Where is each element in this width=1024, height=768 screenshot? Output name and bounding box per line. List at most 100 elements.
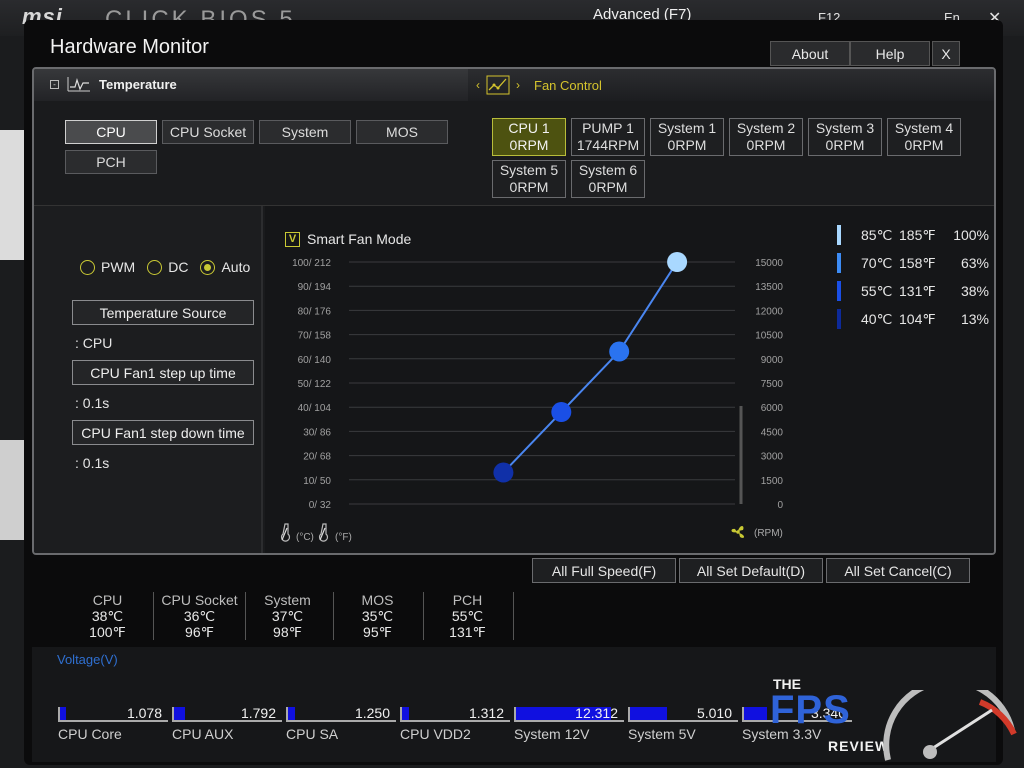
legend-row: 55℃ 131℉ 38% [837,281,989,301]
step-up-time-value: : 0.1s [75,395,110,411]
fan-button-cpu1[interactable]: CPU 1 0RPM [492,118,566,156]
y-tick-label-left: 60/ 140 [298,355,332,366]
all-full-speed-button[interactable]: All Full Speed(F) [532,558,676,583]
y-tick-label-right: 9000 [761,355,784,366]
fan-rpm: 0RPM [825,137,865,153]
help-button[interactable]: Help [850,41,930,66]
readout-celsius: 37℃ [271,608,304,624]
sensor-tab-pch[interactable]: PCH [65,150,157,174]
y-tick-label-right: 6000 [761,403,784,414]
sensor-tab-cpu-socket[interactable]: CPU Socket [162,120,254,144]
dc-radio[interactable] [147,259,163,275]
temp-readout-cpu: CPU 38℃ 100℉ [62,592,154,640]
fan-name: System 2 [736,120,796,136]
pwm-radio[interactable] [80,259,95,275]
voltage-name: CPU SA [286,726,339,742]
fan-name: System 4 [894,120,954,136]
fan-curve-point[interactable] [493,462,514,483]
sensor-tab-system[interactable]: System [259,120,351,144]
legend-celsius: 85℃ [861,226,893,243]
fan-control-icon [486,75,510,95]
fan-button-system3[interactable]: System 3 0RPM [808,118,882,156]
legend-swatch [837,309,841,329]
voltage-name: CPU VDD2 [400,726,471,742]
collapse-icon[interactable]: - [50,79,59,89]
legend-row: 70℃ 158℉ 63% [837,253,989,273]
fan-rpm: 0RPM [509,137,549,153]
fan-curve-point[interactable] [667,252,688,272]
fan-button-system1[interactable]: System 1 0RPM [650,118,724,156]
voltage-bar [630,707,668,720]
voltage-value: 1.792 [240,705,276,721]
fan-curve-point[interactable] [609,341,630,362]
fan-rpm: 0RPM [509,179,549,195]
auto-radio-label: Auto [221,259,251,275]
y-tick-label-left: 100/ 212 [292,258,331,269]
voltage-value: 1.078 [126,705,162,721]
y-tick-label-right: 0 [777,500,783,511]
voltage-bar [174,707,185,720]
fan-button-system4[interactable]: System 4 0RPM [887,118,961,156]
y-tick-label-right: 7500 [761,379,784,390]
fan-button-system6[interactable]: System 6 0RPM [571,160,645,198]
fan-button-system2[interactable]: System 2 0RPM [729,118,803,156]
step-down-time-button[interactable]: CPU Fan1 step down time [72,420,254,445]
voltage-name: System 12V [514,726,590,742]
step-down-time-value: : 0.1s [75,455,110,471]
legend-row: 85℃ 185℉ 100% [837,225,989,245]
sensor-tab-cpu[interactable]: CPU [65,120,157,144]
fan-curve-point[interactable] [551,402,572,423]
y-tick-label-right: 10500 [755,331,783,342]
fan-rpm: 0RPM [746,137,786,153]
readout-celsius: 55℃ [451,608,484,624]
fan-name: CPU 1 [508,120,550,136]
fan-name: System 5 [499,162,559,178]
temp-readout-system: System 37℃ 98℉ [242,592,334,640]
window-title: Hardware Monitor [50,36,209,58]
legend-swatch [837,281,841,301]
chevron-right-icon[interactable]: › [516,78,520,92]
step-up-time-button[interactable]: CPU Fan1 step up time [72,360,254,385]
fan-monitor-panel: - Temperature ‹ › Fan Control CPU CPU So… [32,67,996,555]
voltage-title: Voltage(V) [57,652,118,667]
voltage-name: System 5V [628,726,696,742]
fan-button-system5[interactable]: System 5 0RPM [492,160,566,198]
all-set-cancel-button[interactable]: All Set Cancel(C) [826,558,970,583]
fan-icon [731,526,744,538]
y-tick-label-left: 20/ 68 [303,452,331,463]
voltage-value: 12.312 [575,705,618,721]
readout-celsius: 35℃ [361,608,394,624]
chevron-left-icon[interactable]: ‹ [476,78,480,92]
legend-celsius: 40℃ [861,310,893,327]
auto-radio[interactable] [200,259,216,275]
y-tick-label-left: 40/ 104 [298,403,332,414]
voltage-value: 1.312 [468,705,504,721]
all-set-default-button[interactable]: All Set Default(D) [679,558,823,583]
about-button[interactable]: About [770,41,850,66]
close-button[interactable]: X [932,41,960,66]
y-tick-label-right: 3000 [761,452,784,463]
voltage-name: CPU AUX [172,726,234,742]
y-tick-label-left: 50/ 122 [298,379,332,390]
temperature-header: - Temperature [50,75,177,93]
temperature-source-button[interactable]: Temperature Source [72,300,254,325]
unit-rpm: (RPM) [754,528,783,539]
dc-radio-label: DC [168,259,189,275]
unit-celsius: (°C) [296,532,314,543]
y-tick-label-right: 13500 [755,282,783,293]
voltage-value: 1.250 [354,705,390,721]
temperature-graph-icon [67,77,90,92]
fan-button-pump1[interactable]: PUMP 1 1744RPM [571,118,645,156]
fan-curve-line [502,261,678,474]
legend-row: 40℃ 104℉ 13% [837,309,989,329]
sensor-tab-mos[interactable]: MOS [356,120,448,144]
readout-fahrenheit: 100℉ [89,624,126,640]
y-tick-label-right: 4500 [761,427,784,438]
fan-mode-radio-group: PWM DC Auto [80,259,250,275]
readout-fahrenheit: 131℉ [449,624,486,640]
hardware-monitor-window: Hardware Monitor About Help X - Temperat… [24,20,1003,765]
legend-percent: 38% [960,283,989,299]
readout-name: MOS [361,592,394,608]
voltage-bar [744,707,768,720]
y-tick-label-left: 30/ 86 [303,427,331,438]
